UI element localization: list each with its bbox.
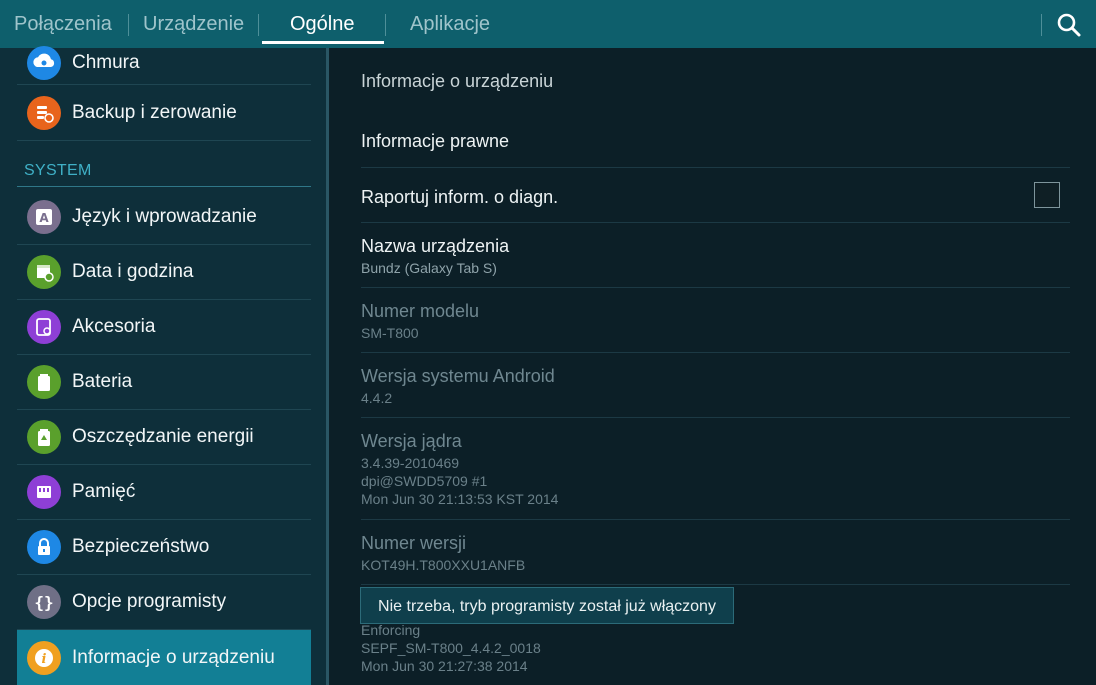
android-version-row: Wersja systemu Android 4.4.2	[361, 353, 1070, 418]
diag-report-checkbox[interactable]	[1034, 182, 1060, 208]
info-icon: i	[27, 640, 61, 675]
section-header-system: SYSTEM	[24, 162, 92, 179]
accessory-icon	[27, 309, 61, 344]
legal-info-row[interactable]: Informacje prawne	[361, 112, 1070, 168]
legal-info-title: Informacje prawne	[361, 131, 510, 151]
sidebar-item-bateria[interactable]: Bateria	[17, 354, 311, 410]
developer-icon: {}	[27, 584, 61, 619]
model-number-title: Numer modelu	[361, 301, 480, 321]
build-number-title: Numer wersji	[361, 533, 467, 553]
sidebar-item-label: Język i wprowadzanie	[72, 205, 257, 227]
sidebar-item-label: Data i godzina	[72, 260, 194, 282]
sidebar-item-label: Chmura	[72, 52, 140, 73]
tab-separator	[1041, 14, 1042, 36]
sidebar-item-bezpieczenstwo[interactable]: Bezpieczeństwo	[17, 519, 311, 575]
sidebar-item-pamiec[interactable]: Pamięć	[17, 464, 311, 520]
section-divider	[17, 186, 311, 187]
build-number-row[interactable]: Numer wersji KOT49H.T800XXU1ANFB	[361, 520, 1070, 585]
device-name-row[interactable]: Nazwa urządzenia Bundz (Galaxy Tab S)	[361, 223, 1070, 288]
sidebar-item-jezyk[interactable]: A Język i wprowadzanie	[17, 189, 311, 245]
power-saving-icon	[27, 419, 61, 454]
android-version-value: 4.4.2	[361, 390, 393, 406]
cloud-icon	[27, 46, 61, 80]
page-title: Informacje o urządzeniu	[361, 71, 554, 91]
kernel-version-row: Wersja jądra 3.4.39-2010469 dpi@SWDD5709…	[361, 418, 1070, 520]
model-number-value: SM-T800	[361, 325, 419, 341]
page-title-row: Informacje o urządzeniu	[361, 60, 1070, 108]
se-status-line: Mon Jun 30 21:27:38 2014	[361, 658, 528, 674]
sidebar-item-label: Opcje programisty	[72, 590, 227, 612]
sidebar-item-backup[interactable]: Backup i zerowanie	[17, 85, 311, 141]
kernel-version-title: Wersja jądra	[361, 431, 462, 451]
language-icon: A	[27, 199, 61, 234]
calendar-icon	[27, 254, 61, 289]
backup-icon	[27, 95, 61, 130]
sidebar-item-opcje-programisty[interactable]: {} Opcje programisty	[17, 574, 311, 630]
sidebar-item-label: Informacje o urządzeniu	[72, 646, 275, 668]
search-icon	[1057, 13, 1081, 37]
sidebar-item-label: Bateria	[72, 370, 133, 392]
build-number-value: KOT49H.T800XXU1ANFB	[361, 557, 526, 573]
storage-icon	[27, 474, 61, 509]
sidebar-item-label: Backup i zerowanie	[72, 101, 237, 123]
toast-message: Nie trzeba, tryb programisty został już …	[360, 587, 734, 624]
sidebar-item-akcesoria[interactable]: Akcesoria	[17, 299, 311, 355]
device-name-value: Bundz (Galaxy Tab S)	[361, 260, 497, 276]
se-status-line: SEPF_SM-T800_4.4.2_0018	[361, 640, 541, 656]
tab-separator	[385, 14, 386, 36]
sidebar-item-label: Akcesoria	[72, 315, 156, 337]
svg-text:A: A	[39, 211, 49, 225]
sidebar-item-label: Pamięć	[72, 480, 136, 502]
android-version-title: Wersja systemu Android	[361, 366, 555, 386]
diag-report-title: Raportuj inform. o diagn.	[361, 187, 559, 207]
search-button[interactable]	[1054, 10, 1084, 40]
sidebar-item-chmura[interactable]: Chmura	[17, 30, 311, 85]
kernel-version-line: dpi@SWDD5709 #1	[361, 473, 488, 489]
model-number-row: Numer modelu SM-T800	[361, 288, 1070, 353]
lock-icon	[27, 529, 61, 564]
svg-text:i: i	[42, 652, 47, 667]
sidebar-item-label: Bezpieczeństwo	[72, 535, 210, 557]
sidebar-item-informacje[interactable]: i Informacje o urządzeniu	[17, 630, 311, 685]
battery-icon	[27, 364, 61, 399]
tab-aplikacje[interactable]: Aplikacje	[410, 0, 490, 48]
sidebar-item-label: Oszczędzanie energii	[72, 425, 254, 447]
device-name-title: Nazwa urządzenia	[361, 236, 510, 256]
sidebar-item-data[interactable]: Data i godzina	[17, 244, 311, 300]
svg-text:{}: {}	[34, 593, 53, 612]
sidebar-item-oszczedzanie[interactable]: Oszczędzanie energii	[17, 409, 311, 465]
kernel-version-line: 3.4.39-2010469	[361, 455, 460, 471]
diag-report-row[interactable]: Raportuj inform. o diagn.	[361, 168, 1070, 223]
kernel-version-line: Mon Jun 30 21:13:53 KST 2014	[361, 491, 559, 507]
